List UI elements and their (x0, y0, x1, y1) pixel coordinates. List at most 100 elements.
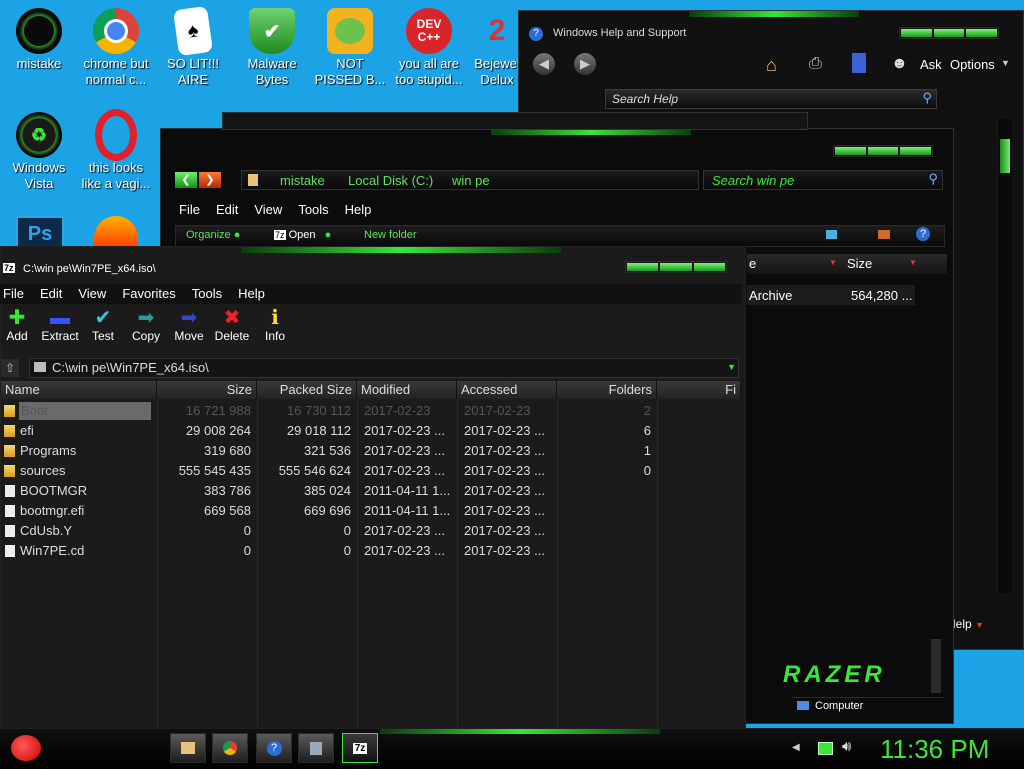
sevenzip-path-bar[interactable]: C:\win pe\Win7PE_x64.iso\ ▼ (29, 358, 739, 378)
chevron-down-icon[interactable]: ▼ (727, 362, 736, 372)
malwarebytes-icon: ✔ (249, 8, 295, 54)
desktop-icon-opera[interactable]: this looks like a vagi... (78, 109, 154, 192)
chrome-icon (93, 8, 139, 54)
taskbar-help[interactable]: ? (256, 733, 292, 763)
help-icon[interactable]: ? (916, 227, 930, 241)
table-row[interactable]: efi 29 008 264 29 018 112 2017-02-23 ...… (1, 421, 741, 441)
row-packed: 0 (343, 543, 351, 558)
help-window-title: Windows Help and Support (553, 27, 687, 39)
help-ask-button[interactable]: Ask (920, 57, 942, 72)
breadcrumb-local-disk[interactable]: Local Disk (C:) (348, 173, 433, 188)
add-button[interactable]: ✚ Add (0, 307, 39, 343)
desktop-icon-angry-birds[interactable]: NOT PISSED B... (312, 8, 388, 88)
test-button[interactable]: ✔ Test (81, 307, 125, 343)
explorer-back-button[interactable]: ❮ (175, 172, 197, 188)
table-row[interactable]: Win7PE.cd 0 0 2017-02-23 ... 2017-02-23 … (1, 541, 741, 561)
tray-arrow-icon[interactable]: ◀ (792, 742, 800, 753)
desktop-icon-solitaire[interactable]: ♠ SO LIT!!! AIRE (155, 5, 231, 88)
desktop-icon-bejeweled[interactable]: 2 Bejewel Delux (470, 8, 524, 88)
desktop-icon-chrome[interactable]: chrome but normal c... (78, 8, 154, 88)
help-options-button[interactable]: Options (950, 57, 995, 72)
help-home-icon[interactable]: ⌂ (766, 55, 777, 76)
column-header-name[interactable]: Name (1, 381, 157, 399)
table-row[interactable]: CdUsb.Y 0 0 2017-02-23 ... 2017-02-23 ..… (1, 521, 741, 541)
table-row[interactable]: Programs 319 680 321 536 2017-02-23 ... … (1, 441, 741, 461)
explorer-menu-file[interactable]: File (171, 202, 208, 217)
open-button[interactable]: 7z Open ● (274, 229, 331, 241)
scroll-thumb[interactable] (1000, 139, 1010, 173)
column-size[interactable]: Size (847, 256, 872, 271)
taskbar-chrome[interactable] (212, 733, 248, 763)
sevenzip-menu-file[interactable]: File (0, 284, 32, 304)
extract-button[interactable]: ▬ Extract (38, 307, 82, 343)
taskbar-sevenzip[interactable]: 7z (342, 733, 378, 763)
start-button[interactable] (8, 732, 44, 764)
up-folder-button[interactable]: ⇧ (1, 359, 19, 377)
column-header-folders[interactable]: Folders (557, 381, 657, 399)
desktop-icon-malwarebytes[interactable]: ✔ Malware Bytes (234, 8, 310, 88)
sevenzip-menu-help[interactable]: Help (230, 284, 273, 304)
explorer-menu-help[interactable]: Help (337, 202, 380, 217)
help-ask-icon[interactable]: ☻ (891, 55, 908, 73)
sevenzip-menu-view[interactable]: View (70, 284, 114, 304)
help-search-box[interactable]: Search Help ⚲ (605, 89, 937, 109)
column-header-size[interactable]: Size (157, 381, 257, 399)
delete-button[interactable]: ✖ Delete (210, 307, 254, 343)
explorer-column-header[interactable]: e ▼ Size ▼ (747, 254, 947, 274)
extract-icon: ▬ (50, 307, 70, 329)
row-packed: 385 024 (304, 483, 351, 498)
explorer-menu-view[interactable]: View (246, 202, 290, 217)
help-scrollbar[interactable] (997, 119, 1012, 593)
clock[interactable]: 11:36 PM (880, 734, 989, 765)
info-button[interactable]: ℹ Info (253, 307, 297, 343)
taskbar-devices[interactable] (298, 733, 334, 763)
explorer-address-bar[interactable]: mistake Local Disk (C:) win pe (241, 170, 699, 190)
sevenzip-menu-edit[interactable]: Edit (32, 284, 70, 304)
row-packed: 16 730 112 (286, 403, 351, 418)
help-print-icon[interactable]: ⎙ (809, 55, 822, 73)
desktop-icon-devcpp[interactable]: DEV C++ you all are too stupid... (391, 8, 467, 88)
help-back-button[interactable]: ◀ (533, 53, 555, 75)
desktop-icon-recycle-bin[interactable]: ♻ Windows Vista (1, 112, 77, 192)
organize-button[interactable]: Organize ● (186, 229, 240, 241)
explorer-scrollbar[interactable] (931, 639, 941, 693)
explorer-search-box[interactable]: Search win pe ⚲ (703, 170, 943, 190)
taskbar-accent (380, 729, 660, 734)
help-browse-icon[interactable] (852, 53, 866, 73)
desktop-icon-mistake[interactable]: mistake (1, 8, 77, 72)
table-row[interactable]: sources 555 545 435 555 546 624 2017-02-… (1, 461, 741, 481)
folder-icon (248, 174, 258, 186)
table-row[interactable]: bootmgr.efi 669 568 669 696 2011-04-11 1… (1, 501, 741, 521)
taskbar-explorer[interactable] (170, 733, 206, 763)
explorer-forward-button[interactable]: ❯ (199, 172, 221, 188)
explorer-file-row[interactable]: Archive 564,280 ... (747, 285, 915, 305)
table-row[interactable]: BOOTMGR 383 786 385 024 2011-04-11 1... … (1, 481, 741, 501)
explorer-menu-tools[interactable]: Tools (290, 202, 336, 217)
row-modified: 2017-02-23 ... (364, 523, 445, 538)
row-accessed: 2017-02-23 ... (464, 483, 545, 498)
explorer-menu-edit[interactable]: Edit (208, 202, 246, 217)
column-header-files[interactable]: Fi (657, 381, 741, 399)
firefox-icon[interactable] (94, 216, 138, 248)
copy-button[interactable]: ➡ Copy (124, 307, 168, 343)
sevenzip-menu-favorites[interactable]: Favorites (114, 284, 183, 304)
column-header-packed-size[interactable]: Packed Size (257, 381, 357, 399)
column-header-accessed[interactable]: Accessed (457, 381, 557, 399)
table-row[interactable]: Boot 16 721 988 16 730 112 2017-02-23 20… (1, 401, 741, 421)
move-button[interactable]: ➡ Move (167, 307, 211, 343)
sevenzip-window-controls[interactable] (625, 261, 727, 273)
breadcrumb-mistake[interactable]: mistake (280, 173, 325, 188)
breadcrumb-win-pe[interactable]: win pe (452, 173, 490, 188)
folder-icon (4, 465, 15, 477)
explorer-window-controls[interactable] (833, 145, 933, 157)
help-forward-button[interactable]: ▶ (574, 53, 596, 75)
sevenzip-menu-tools[interactable]: Tools (184, 284, 230, 304)
view-icon[interactable] (826, 230, 837, 239)
row-folders: 0 (643, 463, 651, 478)
column-header-modified[interactable]: Modified (357, 381, 457, 399)
volume-icon[interactable]: 🔊︎ (842, 738, 851, 755)
new-folder-button[interactable]: New folder (364, 229, 417, 241)
help-window-controls[interactable] (899, 27, 999, 39)
network-icon[interactable] (818, 742, 833, 755)
preview-pane-icon[interactable] (878, 230, 890, 239)
